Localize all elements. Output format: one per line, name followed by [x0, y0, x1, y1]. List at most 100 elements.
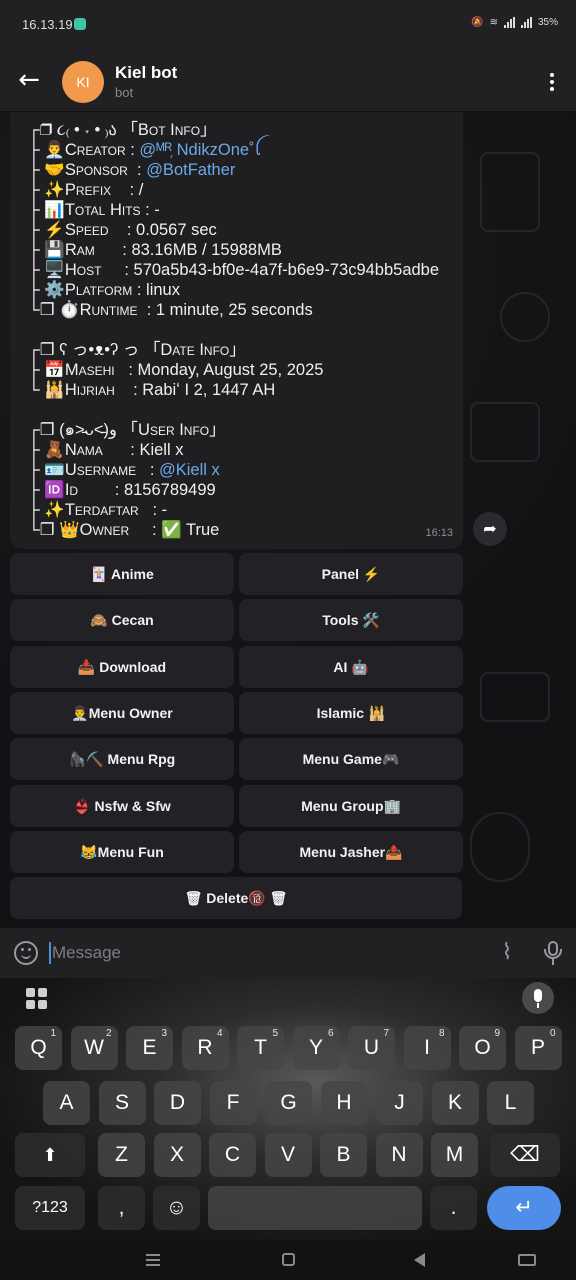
- delete-button[interactable]: 🗑 Delete🔞 🗑: [10, 877, 462, 920]
- key-label: P: [530, 1036, 545, 1059]
- avatar[interactable]: KI: [62, 61, 104, 103]
- back-icon[interactable]: [414, 1253, 425, 1267]
- chat-area[interactable]: ┌❒ ૮₍ • ˕ • ₎ა 「Bot Info」 ├ 👨‍💼Creator : …: [0, 112, 576, 928]
- line-label: User Info: [138, 421, 210, 439]
- key-hint: 6: [327, 1028, 334, 1039]
- key-a[interactable]: A: [43, 1081, 90, 1125]
- line-prefix: ┌❒ ʕ っ•ᴥ•ʔ っ 「: [28, 341, 161, 359]
- key-b[interactable]: B: [320, 1133, 367, 1177]
- key-s[interactable]: S: [98, 1081, 146, 1125]
- key-label: X: [169, 1143, 184, 1166]
- emoji-key-icon[interactable]: ☺: [153, 1186, 200, 1230]
- mention-link[interactable]: @Kiell x: [159, 461, 220, 479]
- inline-button[interactable]: 🦍⛏️ Menu Rpg: [10, 738, 234, 781]
- microphone-icon[interactable]: [541, 939, 565, 967]
- text-cursor: [49, 942, 51, 964]
- keyboard-switch-icon[interactable]: [518, 1254, 536, 1266]
- key-i[interactable]: I8: [403, 1026, 451, 1070]
- line-value: 8156789499: [123, 481, 216, 499]
- message-line: ┌❒ (๑˃̵ᴗ˂̵)و 「User Info」: [28, 420, 463, 440]
- inline-button[interactable]: AI 🤖: [239, 645, 463, 688]
- inline-button[interactable]: Menu Game🎮: [239, 738, 463, 781]
- chat-title[interactable]: Kiel bot: [115, 63, 177, 83]
- key-x[interactable]: X: [153, 1133, 201, 1177]
- line-separator: :: [114, 381, 143, 399]
- inline-button[interactable]: 👨‍💼Menu Owner: [10, 691, 234, 734]
- shift-key[interactable]: ⬆: [15, 1133, 85, 1177]
- message-line: └❒ ⏱️Runtime : 1 minute, 25 seconds: [28, 300, 463, 320]
- comma-key[interactable]: ,: [98, 1186, 145, 1230]
- key-m[interactable]: M: [431, 1133, 478, 1177]
- key-t[interactable]: T5: [237, 1026, 284, 1070]
- message-line: ├ 🆔Id : 8156789499: [28, 480, 463, 500]
- inline-button[interactable]: Menu Group🏢: [239, 784, 463, 827]
- background-doodle: [480, 152, 540, 232]
- home-icon[interactable]: [282, 1253, 295, 1266]
- key-f[interactable]: F: [209, 1081, 257, 1125]
- key-p[interactable]: P0: [514, 1026, 562, 1070]
- recents-icon[interactable]: [146, 1254, 160, 1266]
- key-n[interactable]: N: [375, 1133, 423, 1177]
- voice-input-icon[interactable]: [522, 982, 554, 1014]
- line-value: 570a5b43-bf0e-4a7f-b6e9-73c94bb5adbe: [133, 261, 440, 279]
- inline-button[interactable]: Menu Jasher📤: [239, 830, 463, 873]
- key-y[interactable]: Y6: [292, 1026, 340, 1070]
- key-o[interactable]: O9: [459, 1026, 506, 1070]
- attach-icon[interactable]: ⌇: [495, 940, 519, 966]
- share-icon[interactable]: ➦: [473, 512, 507, 546]
- key-label: Q: [30, 1036, 47, 1059]
- apps-grid-icon[interactable]: [26, 988, 48, 1010]
- key-d[interactable]: D: [154, 1081, 201, 1125]
- line-label: Hijriah: [64, 381, 115, 399]
- emoji-icon[interactable]: [14, 941, 38, 965]
- inline-button[interactable]: 👙 Nsfw & Sfw: [10, 784, 234, 827]
- more-options-icon[interactable]: [542, 70, 562, 94]
- message-line: ├ 🖥️Host : 570a5b43-bf0e-4a7f-b6e9-73c94…: [28, 260, 463, 280]
- line-label: Owner: [79, 521, 130, 539]
- mention-link[interactable]: @ᴹᴿ᷊ NdikzOne˚ꪶ: [139, 141, 261, 159]
- key-c[interactable]: C: [209, 1133, 256, 1177]
- key-g[interactable]: G: [265, 1081, 312, 1125]
- inline-button[interactable]: Islamic 🕌: [239, 691, 463, 734]
- key-label: ,: [118, 1196, 125, 1219]
- message-line: └ 🕌Hijriah : Rabiʻ I 2, 1447 AH: [28, 380, 463, 400]
- status-icons: 🔕 ≋ 35%: [471, 17, 558, 28]
- message-input[interactable]: [52, 941, 472, 965]
- inline-button[interactable]: Panel ⚡: [239, 553, 463, 595]
- key-r[interactable]: R4: [181, 1026, 229, 1070]
- key-w[interactable]: W2: [70, 1026, 118, 1070]
- key-l[interactable]: L: [487, 1081, 534, 1125]
- key-u[interactable]: U7: [348, 1026, 395, 1070]
- message-bubble[interactable]: ┌❒ ૮₍ • ˕ • ₎ა 「Bot Info」 ├ 👨‍💼Creator : …: [10, 112, 463, 549]
- key-h[interactable]: H: [320, 1081, 368, 1125]
- message-line: ├ 📅Masehi : Monday, August 25, 2025: [28, 360, 463, 380]
- key-k[interactable]: K: [431, 1081, 479, 1125]
- period-key[interactable]: .: [430, 1186, 477, 1230]
- key-j[interactable]: J: [376, 1081, 423, 1125]
- inline-button[interactable]: 🙈 Cecan: [10, 599, 234, 642]
- key-e[interactable]: E3: [126, 1026, 173, 1070]
- key-label: D: [169, 1091, 186, 1114]
- symbols-key[interactable]: ?123: [15, 1186, 85, 1230]
- key-z[interactable]: Z: [98, 1133, 145, 1177]
- line-separator: :: [102, 441, 140, 459]
- line-suffix: 」: [209, 421, 226, 439]
- line-prefix: ├ 🧸: [28, 441, 65, 459]
- back-arrow-icon[interactable]: ←: [14, 66, 44, 96]
- enter-key[interactable]: ↵: [487, 1186, 561, 1230]
- inline-button[interactable]: Tools 🛠️: [239, 599, 463, 642]
- key-q[interactable]: Q1: [15, 1026, 62, 1070]
- inline-button[interactable]: 📥 Download: [10, 645, 234, 688]
- space-key[interactable]: [208, 1186, 422, 1230]
- backspace-icon[interactable]: ⌫: [490, 1133, 560, 1177]
- line-suffix: 」: [200, 121, 217, 139]
- key-v[interactable]: V: [264, 1133, 312, 1177]
- key-label: E: [142, 1036, 157, 1059]
- message-line: ┌❒ ʕ っ•ᴥ•ʔ っ 「Date Info」: [28, 340, 463, 360]
- inline-button[interactable]: 🃏 Anime: [10, 553, 234, 595]
- key-label: S: [114, 1091, 129, 1114]
- line-label: Runtime: [79, 301, 138, 319]
- mention-link[interactable]: @BotFather: [146, 161, 235, 179]
- key-label: M: [445, 1143, 464, 1166]
- inline-button[interactable]: 😹Menu Fun: [10, 830, 234, 873]
